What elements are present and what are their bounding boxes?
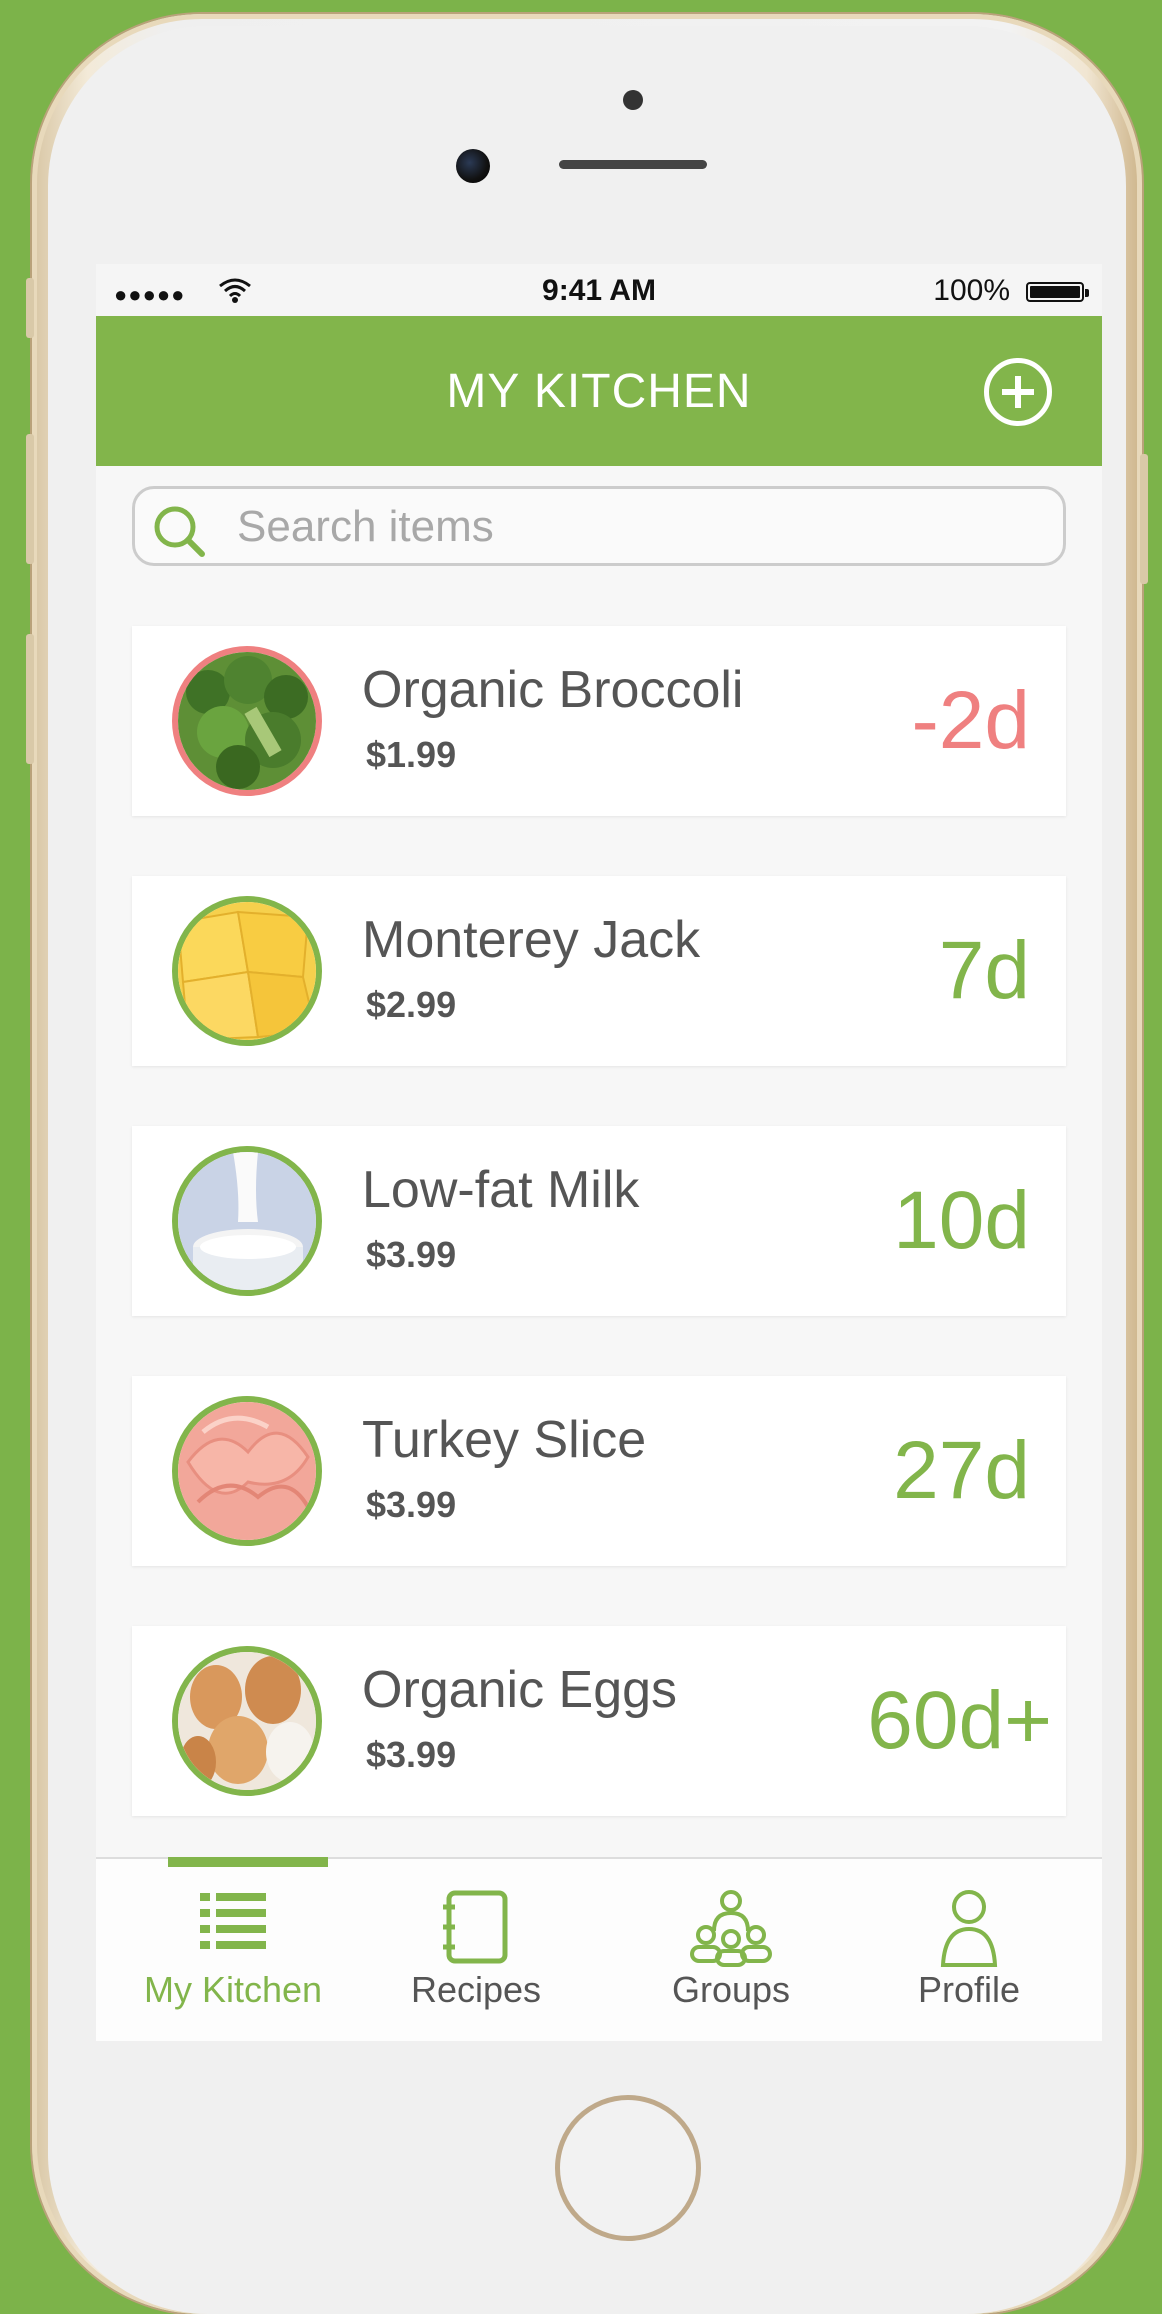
search-bar[interactable] [132, 486, 1066, 566]
item-name: Monterey Jack [362, 911, 701, 969]
list-item-cheese[interactable]: Monterey Jack $2.99 7d [132, 876, 1066, 1066]
days-remaining: 10d [893, 1175, 1030, 1266]
person-icon [940, 1890, 998, 1967]
list-icon [200, 1893, 266, 1949]
battery-icon [1026, 282, 1089, 302]
tab-my-kitchen[interactable]: My Kitchen [108, 1857, 358, 2041]
milk-thumbnail [172, 1146, 322, 1296]
item-name: Low-fat Milk [362, 1161, 640, 1219]
days-remaining: 27d [893, 1425, 1030, 1516]
battery-percent: 100% [933, 274, 1010, 307]
item-price: $1.99 [366, 734, 457, 775]
status-bar: ●●●●● 9:41 AM 100% [96, 264, 1102, 316]
item-name: Organic Eggs [362, 1661, 678, 1719]
add-item-button[interactable] [984, 358, 1052, 426]
search-icon [154, 506, 205, 557]
days-remaining: 7d [938, 925, 1030, 1016]
cheese-thumbnail [172, 896, 322, 1046]
item-price: $3.99 [366, 1484, 457, 1525]
turkey-thumbnail [172, 1396, 322, 1546]
power-button [1140, 454, 1148, 584]
tab-bar: My Kitchen Recipes Groups Profile [96, 1857, 1102, 2041]
app-screen: ●●●●● 9:41 AM 100% MY KITCHEN Search ite… [96, 264, 1102, 2041]
home-button[interactable] [555, 2095, 701, 2241]
notebook-icon [443, 1890, 508, 1964]
group-icon [690, 1890, 772, 1967]
days-remaining: 60d+ [867, 1675, 1052, 1766]
item-price: $3.99 [366, 1234, 457, 1275]
tab-recipes[interactable]: Recipes [351, 1859, 601, 2041]
broccoli-thumbnail [172, 646, 322, 796]
tab-label: Recipes [410, 1969, 542, 2010]
mute-switch [26, 278, 34, 338]
app-header: MY KITCHEN [96, 316, 1102, 466]
volume-down-button [26, 634, 34, 764]
tab-profile[interactable]: Profile [844, 1859, 1094, 2041]
list-item-eggs[interactable]: Organic Eggs $3.99 60d+ [132, 1626, 1066, 1816]
item-name: Turkey Slice [362, 1411, 647, 1469]
list-item-turkey[interactable]: Turkey Slice $3.99 27d [132, 1376, 1066, 1566]
front-camera [456, 149, 490, 183]
days-remaining: -2d [911, 675, 1030, 766]
earpiece-speaker [559, 160, 707, 169]
volume-up-button [26, 434, 34, 564]
item-price: $3.99 [366, 1734, 457, 1775]
list-item-broccoli[interactable]: Organic Broccoli $1.99 -2d [132, 626, 1066, 816]
list-item-milk[interactable]: Low-fat Milk $3.99 10d [132, 1126, 1066, 1316]
page-title: MY KITCHEN [446, 365, 752, 418]
active-tab-indicator [168, 1857, 328, 1867]
tab-label: Profile [917, 1969, 1021, 2010]
search-input[interactable] [235, 495, 1039, 559]
eggs-thumbnail [172, 1646, 322, 1796]
tab-label: My Kitchen [143, 1969, 323, 2010]
tab-label: Groups [671, 1969, 791, 2010]
proximity-sensor [623, 90, 643, 110]
item-price: $2.99 [366, 984, 457, 1025]
item-name: Organic Broccoli [362, 661, 744, 719]
tab-groups[interactable]: Groups [606, 1859, 856, 2041]
